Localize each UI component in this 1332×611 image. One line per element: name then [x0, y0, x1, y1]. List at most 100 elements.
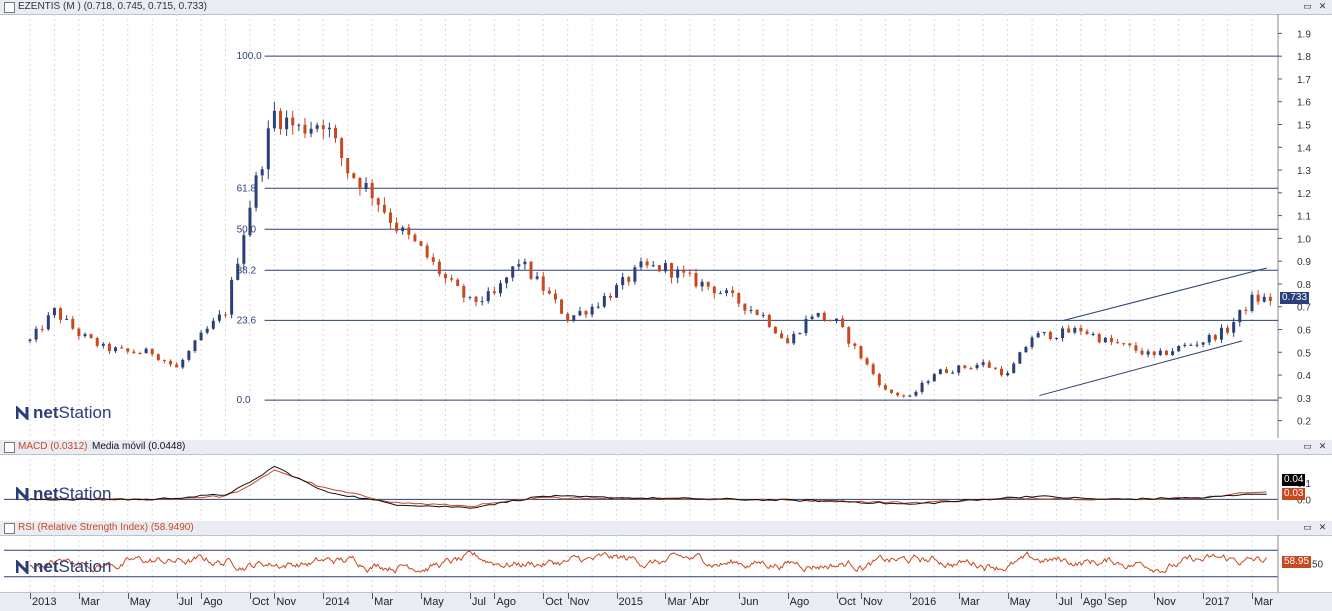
candle-body — [847, 327, 851, 344]
x-tick-mark — [78, 593, 80, 599]
candle-body — [162, 360, 166, 362]
candle-body — [40, 328, 44, 330]
candle-body — [865, 358, 869, 365]
x-tick-label: Jul — [1058, 596, 1073, 608]
macd-chart[interactable]: 0.10.0 — [0, 454, 1332, 520]
y-tick-label: 0.8 — [1297, 280, 1311, 291]
macd-close-icon[interactable]: ✕ — [1317, 441, 1328, 452]
close-icon[interactable]: ✕ — [1317, 1, 1328, 12]
candle-body — [52, 308, 56, 316]
candle-body — [712, 286, 716, 294]
x-tick-label: Nov — [276, 596, 296, 608]
rsi-minimize-icon[interactable]: ▭ — [1302, 522, 1313, 533]
panel-checkbox[interactable] — [4, 2, 15, 13]
x-tick-label: Nov — [569, 596, 590, 608]
candle-body — [517, 264, 521, 267]
candle-body — [138, 353, 142, 355]
candle-body — [1103, 337, 1107, 343]
candle-body — [107, 343, 111, 352]
candle-body — [285, 117, 289, 130]
candle-body — [657, 265, 661, 272]
x-tick-mark — [494, 593, 496, 599]
candle-body — [65, 318, 69, 320]
x-tick-mark — [689, 593, 691, 599]
candle-body — [34, 328, 38, 340]
x-tick-mark — [1203, 593, 1205, 599]
candle-body — [1018, 352, 1022, 364]
macd-line — [29, 465, 1267, 509]
x-tick-label: Oct — [545, 596, 563, 608]
candle-body — [560, 299, 564, 314]
x-tick-mark — [567, 593, 569, 599]
candle-body — [505, 277, 509, 284]
candle-body — [492, 291, 496, 294]
macd-minimize-icon[interactable]: ▭ — [1302, 441, 1313, 452]
netstation-logo-rsi: netStation — [16, 557, 111, 577]
candle-body — [1054, 338, 1058, 340]
candle-body — [896, 392, 900, 396]
candle-body — [1128, 343, 1132, 346]
candle-body — [46, 315, 50, 330]
candle-body — [596, 306, 600, 308]
candle-body — [443, 274, 447, 279]
fib-level-label: 50.0 — [237, 224, 257, 235]
candle-body — [1109, 337, 1113, 343]
macd-checkbox[interactable] — [4, 442, 15, 453]
candle-body — [1091, 333, 1095, 335]
candle-body — [1189, 344, 1193, 346]
candle-body — [810, 316, 814, 319]
candle-body — [1085, 331, 1089, 335]
y-tick-label: 1.6 — [1297, 98, 1311, 109]
candle-body — [83, 334, 87, 337]
candle-body — [822, 312, 826, 321]
candle-body — [1036, 333, 1040, 338]
candle-body — [645, 261, 649, 266]
candle-body — [511, 266, 515, 278]
x-tick-label: Nov — [862, 596, 883, 608]
candle-body — [755, 309, 759, 315]
y-tick-label: 1.3 — [1297, 166, 1311, 177]
candle-body — [572, 315, 576, 321]
candle-body — [144, 348, 148, 354]
candle-body — [1207, 335, 1211, 343]
x-tick-label: 2017 — [1205, 596, 1230, 608]
rsi-checkbox[interactable] — [4, 523, 15, 534]
rsi-close-icon[interactable]: ✕ — [1317, 522, 1328, 533]
candle-body — [920, 382, 924, 392]
candle-body — [413, 234, 417, 242]
candle-body — [431, 257, 435, 262]
y-tick-label: 1.7 — [1297, 75, 1311, 86]
candle-body — [731, 290, 735, 294]
candle-body — [77, 328, 81, 337]
candle-body — [272, 110, 276, 129]
x-tick-label: Jul — [178, 596, 193, 608]
candle-body — [1177, 345, 1181, 352]
candle-body — [547, 290, 551, 294]
candle-body — [419, 241, 423, 246]
candle-body — [859, 345, 863, 359]
x-tick-label: May — [1009, 596, 1031, 608]
candle-body — [780, 333, 784, 339]
macd-panel-titlebar: MACD (0.0312) Media móvil (0.0448) ▭ ✕ — [0, 440, 1332, 455]
candle-body — [1134, 345, 1138, 351]
x-tick-label: Nov — [1156, 596, 1176, 608]
x-tick-mark — [30, 593, 31, 599]
netstation-logo: netStation — [16, 403, 111, 423]
candle-body — [761, 314, 765, 316]
candle-body — [1079, 327, 1083, 332]
time-axis: 2013 Mar May Jul Ago Oct Nov 2014 Mar May Jul Ago Oc… — [0, 592, 1332, 611]
candle-body — [352, 173, 356, 178]
x-tick-label: 2013 — [32, 596, 57, 608]
rsi-chart[interactable]: 50 — [0, 535, 1332, 592]
x-tick-label: Oct — [251, 596, 270, 608]
price-chart[interactable]: 1.91.81.71.61.51.41.31.21.11.00.90.80.70… — [0, 14, 1332, 438]
candle-body — [987, 362, 991, 368]
candle-body — [1232, 322, 1236, 333]
candle-body — [951, 372, 955, 374]
candle-body — [101, 343, 105, 346]
candle-body — [1024, 347, 1028, 353]
minimize-icon[interactable]: ▭ — [1302, 1, 1313, 12]
candle-body — [767, 314, 771, 327]
candle-body — [260, 169, 264, 176]
fib-level-label: 38.2 — [237, 265, 257, 276]
